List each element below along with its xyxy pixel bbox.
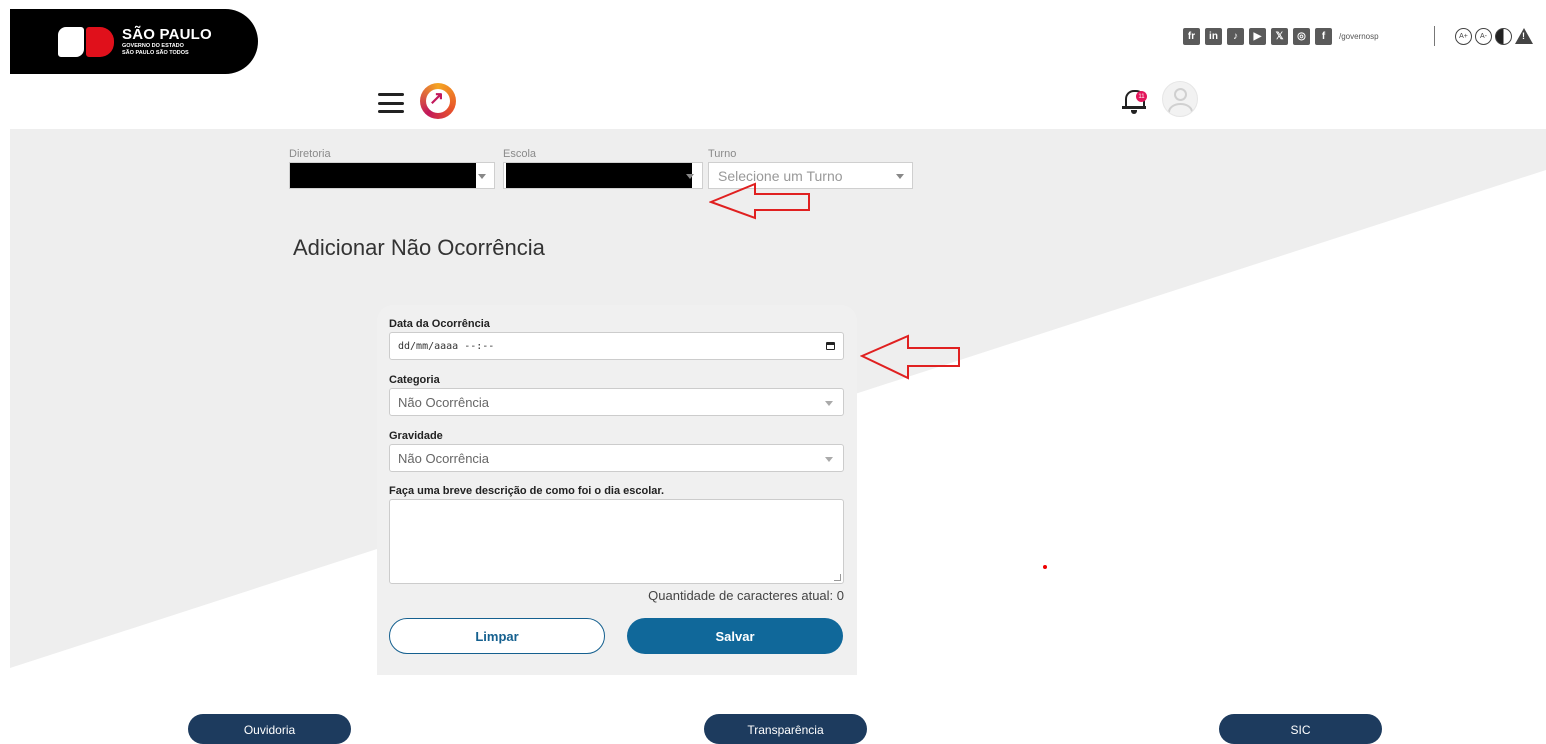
chevron-down-icon: [478, 174, 486, 179]
tiktok-icon[interactable]: ♪: [1227, 28, 1244, 45]
warning-icon[interactable]: !: [1515, 28, 1533, 44]
diretoria-select[interactable]: [289, 162, 495, 189]
sic-button[interactable]: SIC: [1219, 714, 1382, 744]
clear-button[interactable]: Limpar: [389, 618, 605, 654]
character-counter: Quantidade de caracteres atual: 0: [648, 588, 844, 603]
resize-handle-icon[interactable]: [834, 574, 841, 581]
gravidade-label: Gravidade: [389, 430, 443, 442]
redacted-value: [506, 163, 692, 188]
escola-select[interactable]: [503, 162, 703, 189]
ouvidoria-button[interactable]: Ouvidoria: [188, 714, 351, 744]
app-logo-icon[interactable]: [420, 83, 456, 119]
redacted-value: [290, 163, 476, 188]
gov-sp-logo[interactable]: SÃO PAULO GOVERNO DO ESTADO SÃO PAULO SÃ…: [10, 9, 258, 74]
gravidade-value: Não Ocorrência: [398, 451, 490, 466]
calendar-icon[interactable]: [826, 342, 835, 350]
escola-label: Escola: [503, 148, 537, 160]
facebook-icon[interactable]: f: [1315, 28, 1332, 45]
save-button[interactable]: Salvar: [627, 618, 843, 654]
youtube-icon[interactable]: ▶: [1249, 28, 1266, 45]
sp-logo-mark: [58, 26, 116, 57]
flickr-icon[interactable]: fr: [1183, 28, 1200, 45]
descricao-label: Faça uma breve descrição de como foi o d…: [389, 485, 665, 497]
logo-title: SÃO PAULO: [122, 25, 212, 43]
red-dot-mark: [1043, 565, 1047, 569]
annotation-arrow-date: [860, 334, 960, 380]
chevron-down-icon: [825, 457, 833, 462]
header-divider: [1434, 26, 1435, 46]
social-handle[interactable]: /governosp: [1339, 32, 1379, 41]
annotation-arrow-turno: [709, 182, 810, 220]
transparencia-button[interactable]: Transparência: [704, 714, 867, 744]
descricao-textarea[interactable]: [389, 499, 844, 584]
instagram-icon[interactable]: ◎: [1293, 28, 1310, 45]
turno-label: Turno: [708, 148, 737, 160]
accessibility-tools: A+ A- !: [1455, 28, 1533, 45]
diretoria-label: Diretoria: [289, 148, 331, 160]
date-input[interactable]: dd/mm/aaaa --:--: [389, 332, 844, 360]
avatar[interactable]: [1162, 81, 1198, 117]
social-links: fr in ♪ ▶ 𝕏 ◎ f /governosp: [1183, 28, 1379, 45]
notification-bell-icon[interactable]: 11: [1122, 86, 1147, 114]
diretoria-filter: Diretoria: [289, 148, 495, 189]
logo-subtitle: GOVERNO DO ESTADO: [122, 42, 184, 49]
escola-filter: Escola: [503, 148, 703, 189]
contrast-icon[interactable]: [1495, 28, 1512, 45]
date-label: Data da Ocorrência: [389, 318, 490, 330]
chevron-down-icon: [825, 401, 833, 406]
logo-tagline: SÃO PAULO SÃO TODOS: [122, 50, 189, 56]
linkedin-icon[interactable]: in: [1205, 28, 1222, 45]
chevron-down-icon: [686, 174, 694, 179]
chevron-down-icon: [896, 174, 904, 179]
decrease-font-icon[interactable]: A-: [1475, 28, 1492, 45]
menu-icon[interactable]: [378, 93, 404, 113]
x-icon[interactable]: 𝕏: [1271, 28, 1288, 45]
categoria-label: Categoria: [389, 374, 440, 386]
date-placeholder: dd/mm/aaaa --:--: [398, 341, 495, 352]
gravidade-select[interactable]: Não Ocorrência: [389, 444, 844, 472]
notification-badge: 11: [1136, 91, 1147, 102]
categoria-value: Não Ocorrência: [398, 395, 490, 410]
increase-font-icon[interactable]: A+: [1455, 28, 1472, 45]
page-title: Adicionar Não Ocorrência: [293, 235, 545, 260]
categoria-select[interactable]: Não Ocorrência: [389, 388, 844, 416]
